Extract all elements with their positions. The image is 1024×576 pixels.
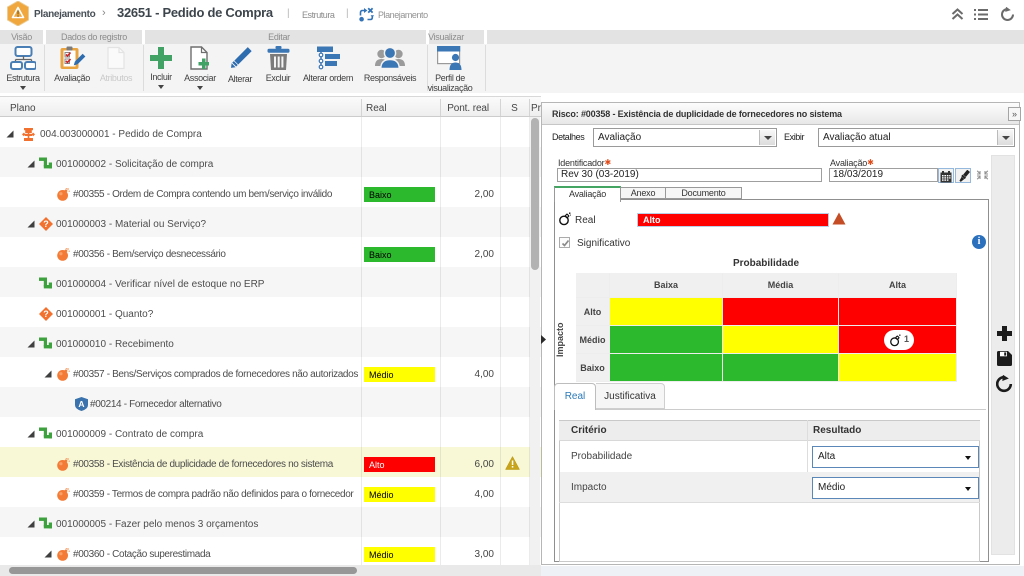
svg-text:A: A xyxy=(78,399,84,409)
svg-text:?: ? xyxy=(43,219,49,229)
svg-text:?: ? xyxy=(43,309,49,319)
